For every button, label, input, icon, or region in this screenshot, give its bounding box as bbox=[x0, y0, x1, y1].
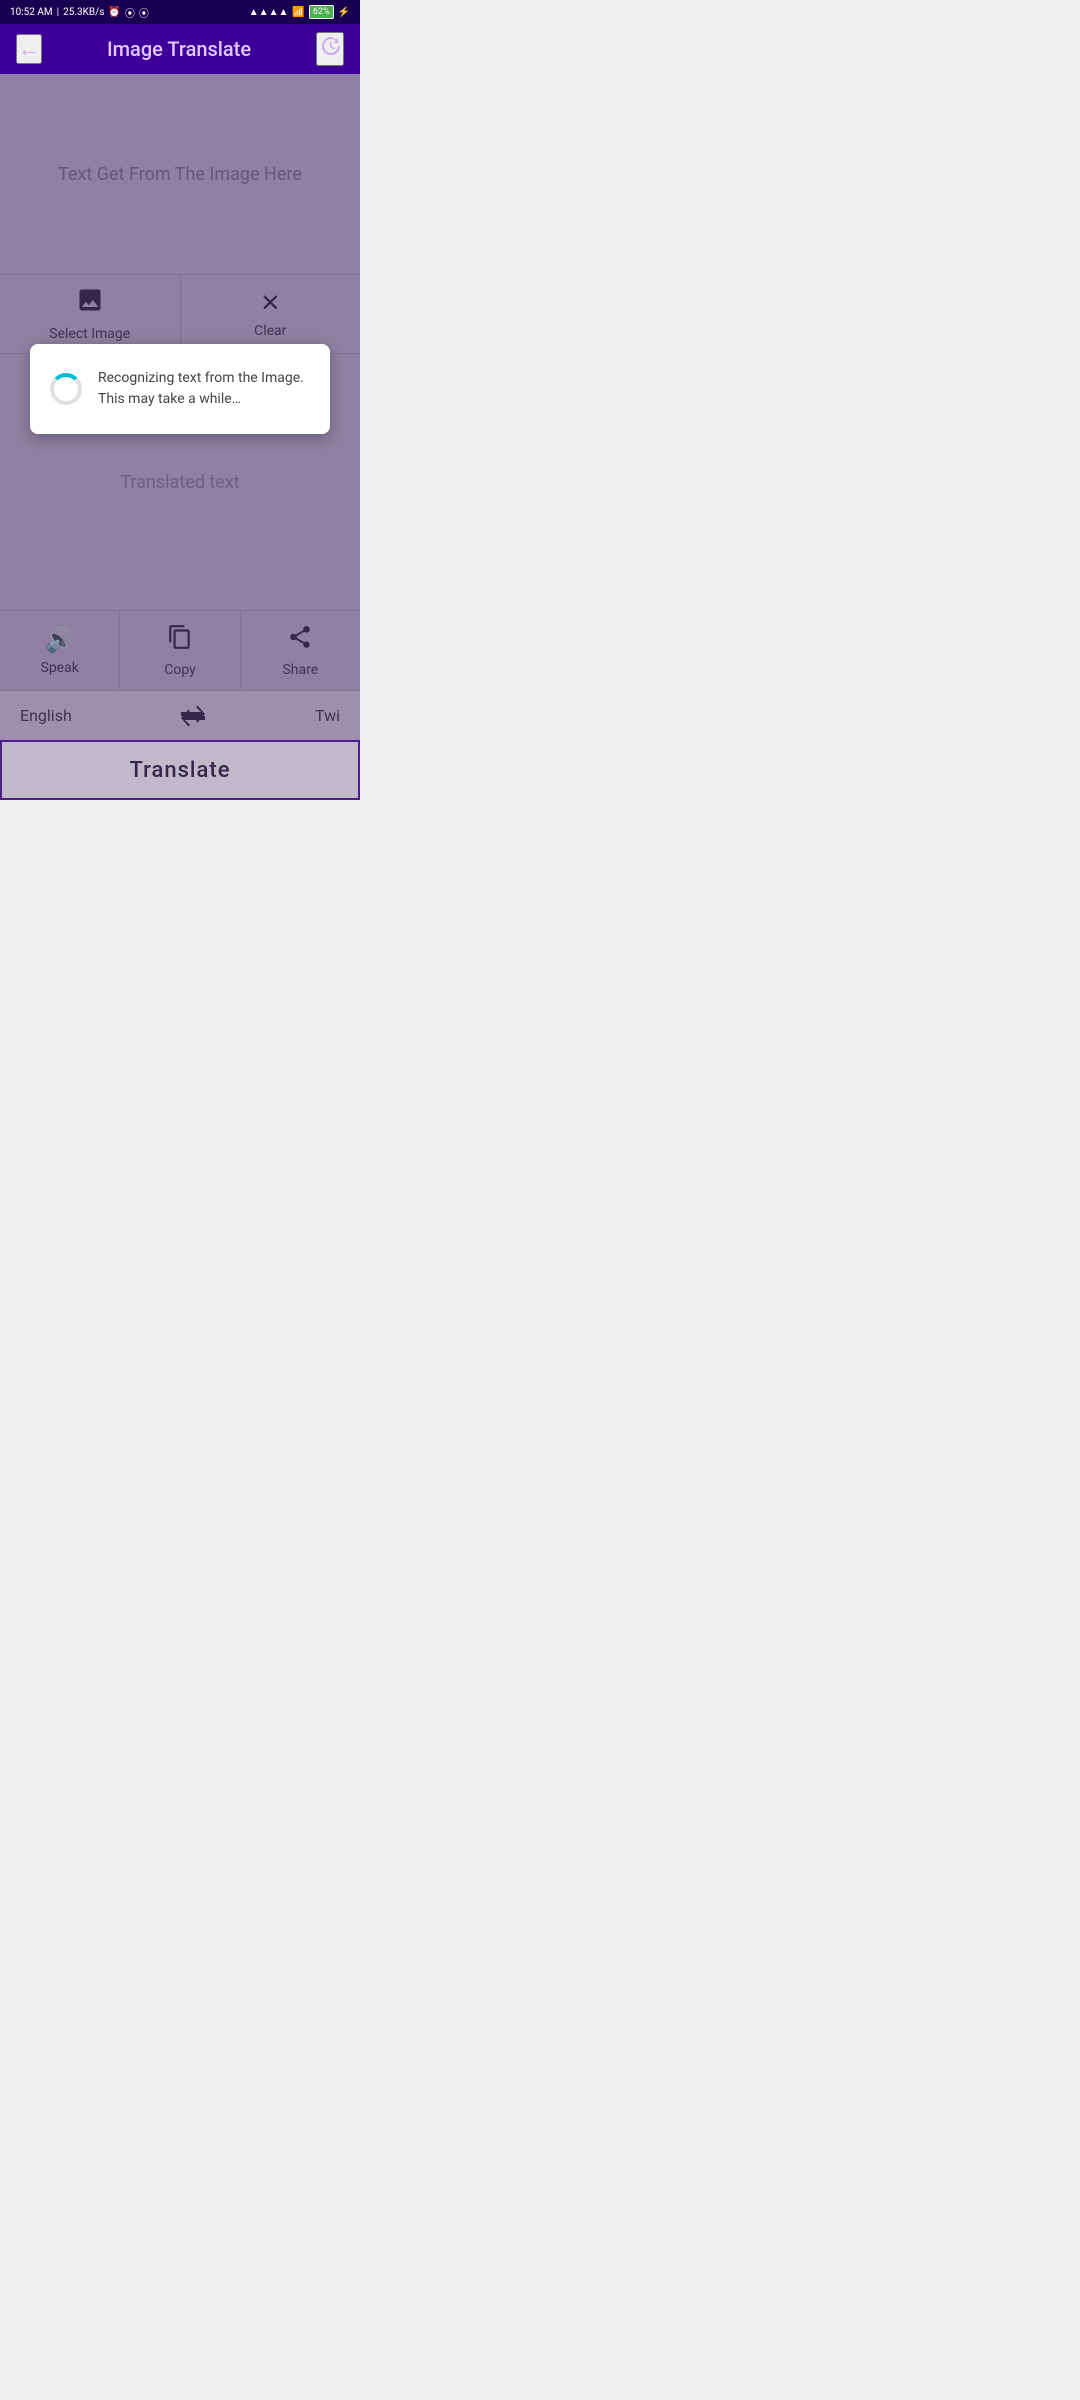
icon3: ⦿ bbox=[139, 5, 149, 20]
history-icon bbox=[318, 34, 342, 58]
dialog-overlay: Recognizing text from the Image.This may… bbox=[0, 74, 360, 800]
separator: | bbox=[57, 7, 59, 18]
wifi-icon: 📶 bbox=[292, 7, 304, 18]
app-bar: ← Image Translate bbox=[0, 24, 360, 74]
status-right: ▲▲▲▲ 📶 62% ⚡ bbox=[249, 5, 350, 19]
page-title: Image Translate bbox=[107, 37, 251, 61]
loading-spinner bbox=[50, 373, 82, 405]
dialog-message: Recognizing text from the Image.This may… bbox=[98, 368, 304, 410]
speed: 25.3KB/s bbox=[63, 7, 104, 18]
status-bar: 10:52 AM | 25.3KB/s ⏰ ⦿ ⦿ ▲▲▲▲ 📶 62% ⚡ bbox=[0, 0, 360, 24]
history-button[interactable] bbox=[316, 32, 344, 66]
status-left: 10:52 AM | 25.3KB/s ⏰ ⦿ ⦿ bbox=[10, 5, 149, 20]
icon2: ⦿ bbox=[125, 5, 135, 20]
alarm-icon: ⏰ bbox=[108, 7, 120, 18]
dialog-box: Recognizing text from the Image.This may… bbox=[30, 344, 330, 434]
main-content: Text Get From The Image Here Select Imag… bbox=[0, 74, 360, 800]
time: 10:52 AM bbox=[10, 7, 53, 18]
battery-indicator: 62% bbox=[309, 5, 334, 19]
back-button[interactable]: ← bbox=[16, 34, 42, 64]
charging-icon: ⚡ bbox=[338, 7, 350, 18]
signal-icon: ▲▲▲▲ bbox=[249, 7, 289, 18]
